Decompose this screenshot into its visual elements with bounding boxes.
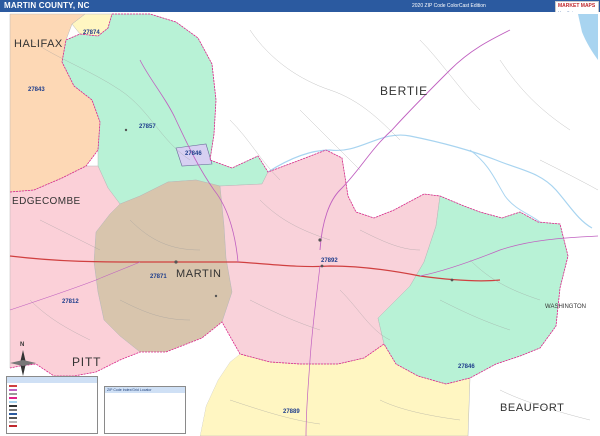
legend-row [9,401,19,404]
zip-label-27843: 27843 [28,87,45,93]
county-label-beaufort: BEAUFORT [500,402,565,414]
zip-label-27846-north: 27846 [185,151,202,157]
legend-swatch [9,417,17,419]
zip-label-27846-south: 27846 [458,364,475,370]
county-label-halifax: HALIFAX [14,38,63,50]
legend-row [9,417,19,420]
map-legend [6,376,98,434]
legend-row [9,397,19,400]
zip-label-27892: 27892 [321,258,338,264]
map-frame: MARTIN COUNTY, NC 2020 ZIP Code ColorCas… [0,0,600,436]
logo-wordmark: MARKET MAPS [558,3,596,9]
legend-swatch [9,389,17,391]
legend-swatch [9,401,17,403]
edition-label: 2020 ZIP Code ColorCast Edition [412,3,486,9]
zip-label-27812: 27812 [62,299,79,305]
legend-swatch [9,413,17,415]
county-label-pitt: PITT [72,355,102,369]
zip-label-27889: 27889 [283,409,300,415]
legend-swatch [9,385,17,387]
legend-swatch [9,405,17,407]
legend-row [9,385,19,388]
legend-row [9,389,19,392]
legend-row [9,393,19,396]
legend-row [9,409,19,412]
zip-index-title: ZIP Code Index/Grid Locator [105,387,185,393]
legend-swatch [9,393,17,395]
legend-swatch [9,421,17,423]
compass-rose: N [8,342,38,378]
legend-swatch [9,425,17,427]
legend-row [9,421,19,424]
zip-label-27874: 27874 [83,30,100,36]
county-label-bertie: BERTIE [380,84,428,98]
legend-swatch [9,409,17,411]
county-label-washington: WASHINGTON [545,304,587,310]
county-label-martin: MARTIN [176,268,222,280]
county-label-edgecombe: EDGECOMBE [12,196,81,207]
title-bar: MARTIN COUNTY, NC 2020 ZIP Code ColorCas… [0,0,600,12]
county-map [0,12,600,436]
zip-index-legend: ZIP Code Index/Grid Locator [104,386,186,434]
legend-title [7,377,97,383]
map-title: MARTIN COUNTY, NC [4,1,90,10]
legend-swatch [9,397,17,399]
compass-icon [10,350,36,376]
legend-row [9,413,19,416]
zip-label-27857: 27857 [139,124,156,130]
zip-label-27871: 27871 [150,274,167,280]
legend-row [9,425,19,428]
legend-row [9,405,19,408]
